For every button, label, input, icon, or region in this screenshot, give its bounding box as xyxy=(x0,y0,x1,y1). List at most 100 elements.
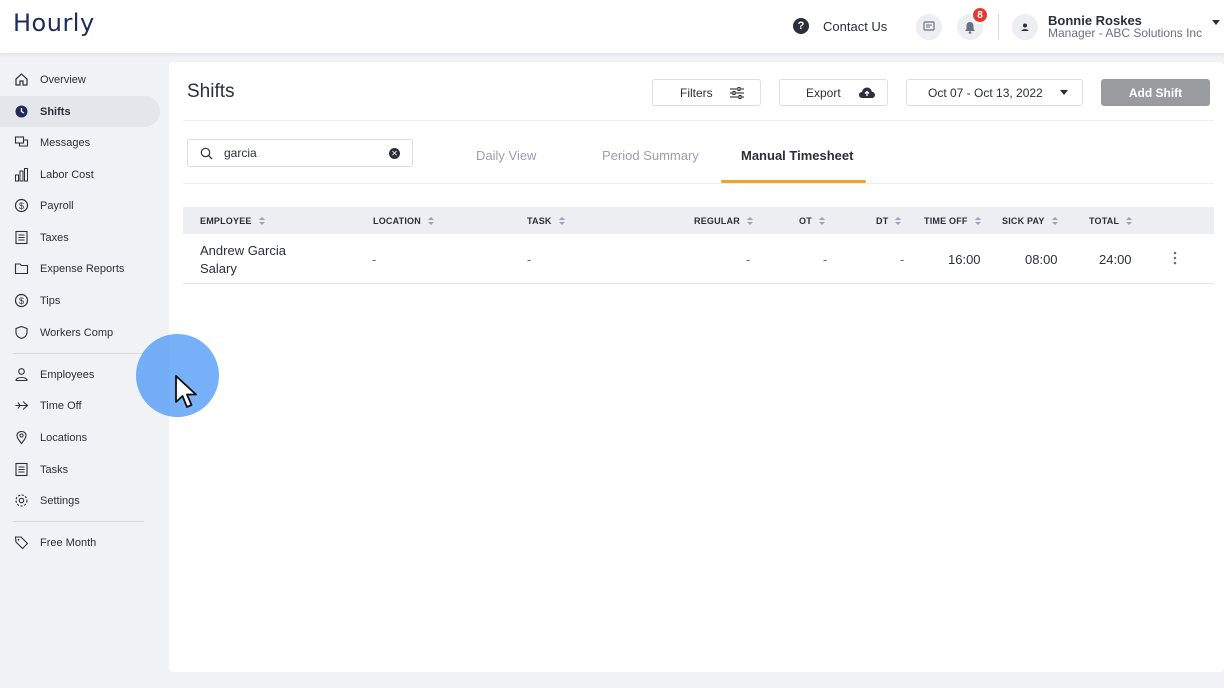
export-label: Export xyxy=(806,85,841,100)
sidebar-item-tasks[interactable]: Tasks xyxy=(0,454,160,485)
sort-icon xyxy=(974,217,981,225)
user-role: Manager - ABC Solutions Inc xyxy=(1048,26,1203,40)
column-label: SICK PAY xyxy=(1002,216,1045,226)
column-header-regular[interactable]: REGULAR xyxy=(694,216,753,226)
column-header-location[interactable]: LOCATION xyxy=(373,216,434,226)
sidebar-item-label: Labor Cost xyxy=(40,168,94,181)
page-title: Shifts xyxy=(187,81,235,102)
filters-label: Filters xyxy=(680,85,713,100)
chevron-down-icon xyxy=(1059,90,1068,95)
sort-icon xyxy=(558,217,565,225)
sidebar-item-expense-reports[interactable]: Expense Reports xyxy=(0,253,160,284)
sidebar-item-settings[interactable]: Settings xyxy=(0,485,160,516)
export-button[interactable]: Export xyxy=(779,79,888,106)
sidebar-item-time-off[interactable]: Time Off xyxy=(0,390,160,421)
sidebar-item-label: Free Month xyxy=(40,536,97,549)
search-input[interactable]: garcia xyxy=(224,146,257,160)
person-icon xyxy=(13,367,29,383)
clear-search-icon[interactable]: ✕ xyxy=(389,148,400,159)
sort-icon xyxy=(818,217,825,225)
dollar-icon: $ xyxy=(13,198,29,214)
shield-icon xyxy=(13,325,29,341)
sidebar-item-label: Time Off xyxy=(40,399,82,412)
column-label: OT xyxy=(799,216,812,226)
contact-us-button[interactable]: ? Contact Us xyxy=(793,18,887,34)
svg-text:$: $ xyxy=(18,201,23,211)
sidebar-item-payroll[interactable]: $ Payroll xyxy=(0,190,160,221)
search-field[interactable]: garcia ✕ xyxy=(187,139,413,167)
header-divider xyxy=(183,120,1214,121)
dt-cell: - xyxy=(900,252,905,267)
task-cell: - xyxy=(527,252,532,267)
sort-icon xyxy=(895,217,902,225)
tab-manual-timesheet[interactable]: Manual Timesheet xyxy=(741,148,853,163)
add-shift-button[interactable]: Add Shift xyxy=(1101,79,1210,106)
sidebar-item-label: Messages xyxy=(40,136,91,149)
list-icon xyxy=(13,462,29,478)
chevron-down-icon[interactable] xyxy=(1212,20,1220,25)
date-range-select[interactable]: Oct 07 - Oct 13, 2022 xyxy=(906,79,1083,106)
sidebar-item-workers-comp[interactable]: Workers Comp xyxy=(0,317,160,348)
column-label: LOCATION xyxy=(373,216,421,226)
bar-chart-icon xyxy=(13,167,29,183)
header-divider xyxy=(998,14,999,40)
sidebar-item-label: Tips xyxy=(40,294,61,307)
sidebar-item-label: Expense Reports xyxy=(40,262,125,275)
document-icon xyxy=(13,230,29,246)
total-cell: 24:00 xyxy=(1099,252,1132,267)
sidebar-item-tips[interactable]: $ Tips xyxy=(0,285,160,316)
column-header-total[interactable]: TOTAL xyxy=(1089,216,1133,226)
sidebar-item-shifts[interactable]: Shifts xyxy=(0,96,160,127)
sidebar-item-labor-cost[interactable]: Labor Cost xyxy=(0,159,160,190)
sidebar-item-label: Taxes xyxy=(40,231,69,244)
tab-daily-view[interactable]: Daily View xyxy=(476,148,536,163)
app-logo[interactable]: Hourly xyxy=(13,9,95,37)
column-label: TIME OFF xyxy=(924,216,968,226)
table-row[interactable]: Andrew Garcia Salary - - - - - 16:00 08:… xyxy=(183,234,1214,284)
sidebar-item-label: Overview xyxy=(40,73,86,86)
tag-icon xyxy=(13,535,29,551)
home-icon xyxy=(13,72,29,88)
column-header-sick-pay[interactable]: SICK PAY xyxy=(1002,216,1058,226)
employee-name: Andrew Garcia xyxy=(200,243,286,258)
column-header-dt[interactable]: DT xyxy=(876,216,902,226)
svg-text:$: $ xyxy=(18,296,23,306)
clock-icon xyxy=(13,104,29,120)
top-bar: Hourly ? Contact Us 8 Bonnie Roskes Mana… xyxy=(0,0,1224,54)
sidebar-item-label: Payroll xyxy=(40,199,74,212)
filters-button[interactable]: Filters xyxy=(652,79,761,106)
column-label: REGULAR xyxy=(694,216,740,226)
main-panel: Shifts Filters Export Oct 07 - Oct 13, 2… xyxy=(169,62,1224,672)
regular-cell: - xyxy=(746,252,751,267)
column-label: TOTAL xyxy=(1089,216,1120,226)
column-header-task[interactable]: TASK xyxy=(527,216,565,226)
time-off-cell: 16:00 xyxy=(948,252,981,267)
column-label: DT xyxy=(876,216,889,226)
sidebar-item-locations[interactable]: Locations xyxy=(0,422,160,453)
chat-button[interactable] xyxy=(916,14,942,40)
column-header-time-off[interactable]: TIME OFF xyxy=(924,216,981,226)
column-header-employee[interactable]: EMPLOYEE xyxy=(200,216,265,226)
messages-icon xyxy=(13,135,29,151)
sidebar-item-label: Locations xyxy=(40,431,88,444)
column-label: TASK xyxy=(527,216,552,226)
pin-icon xyxy=(13,430,29,446)
sidebar-item-messages[interactable]: Messages xyxy=(0,127,160,158)
location-cell: - xyxy=(372,252,377,267)
sidebar-item-overview[interactable]: Overview xyxy=(0,64,160,95)
table-header: EMPLOYEE LOCATION TASK REGULAR OT DT TIM… xyxy=(183,207,1214,234)
more-vertical-icon[interactable] xyxy=(1173,251,1177,268)
sort-icon xyxy=(1051,217,1058,225)
avatar[interactable] xyxy=(1012,14,1038,40)
mouse-pointer-icon xyxy=(175,375,197,408)
column-header-ot[interactable]: OT xyxy=(799,216,825,226)
sidebar-item-free-month[interactable]: Free Month xyxy=(0,527,160,558)
sidebar-item-label: Workers Comp xyxy=(40,326,114,339)
cloud-upload-icon xyxy=(858,87,875,98)
sidebar-item-label: Shifts xyxy=(40,105,71,118)
sidebar-item-taxes[interactable]: Taxes xyxy=(0,222,160,253)
user-icon xyxy=(1021,23,1029,31)
employee-cell[interactable]: Andrew Garcia Salary xyxy=(200,242,286,278)
tab-period-summary[interactable]: Period Summary xyxy=(602,148,699,163)
chat-icon xyxy=(923,21,935,31)
